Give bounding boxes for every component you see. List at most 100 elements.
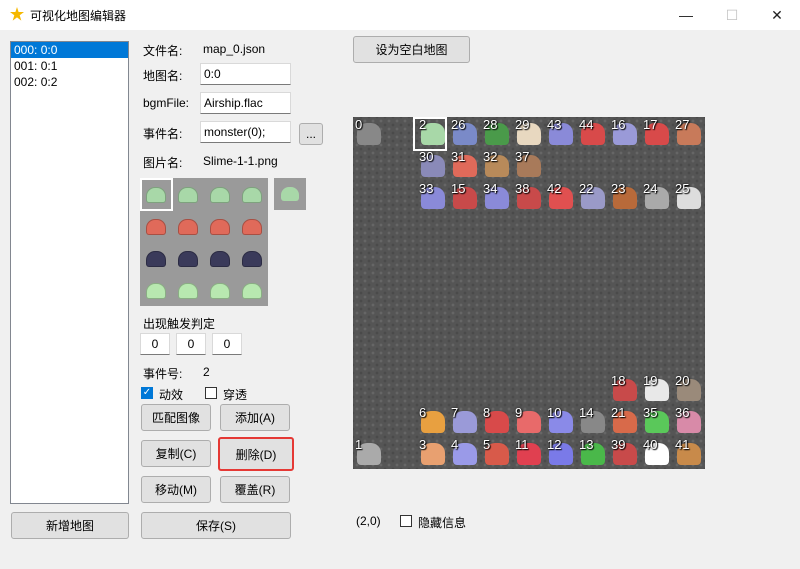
move-button[interactable]: 移动(M): [141, 476, 211, 503]
tile-number: 30: [419, 149, 434, 164]
map-tile[interactable]: 3: [417, 437, 449, 469]
slime-icon[interactable]: [146, 219, 166, 235]
match-image-button[interactable]: 匹配图像: [141, 404, 211, 431]
tile-number: 16: [611, 117, 626, 132]
map-tile[interactable]: 28: [481, 117, 513, 149]
map-tile[interactable]: 4: [449, 437, 481, 469]
map-tile[interactable]: 9: [513, 405, 545, 437]
map-tile[interactable]: 8: [481, 405, 513, 437]
browse-event-button[interactable]: ...: [299, 123, 323, 145]
close-button[interactable]: ✕: [754, 0, 800, 30]
add-button[interactable]: 添加(A): [220, 404, 290, 431]
slime-icon[interactable]: [178, 187, 198, 203]
map-tile[interactable]: 41: [673, 437, 705, 469]
set-blank-map-button[interactable]: 设为空白地图: [353, 36, 470, 63]
map-list-item[interactable]: 002: 0:2: [11, 74, 128, 90]
slime-icon[interactable]: [210, 219, 230, 235]
slime-icon[interactable]: [210, 187, 230, 203]
map-tile[interactable]: 40: [641, 437, 673, 469]
file-name-label: 文件名:: [143, 44, 183, 58]
slime-icon: [281, 187, 299, 201]
map-tile[interactable]: 36: [673, 405, 705, 437]
map-tile[interactable]: 27: [673, 117, 705, 149]
map-tile[interactable]: 0: [353, 117, 385, 149]
map-tile[interactable]: 32: [481, 149, 513, 181]
map-list-item[interactable]: 001: 0:1: [11, 58, 128, 74]
slime-icon[interactable]: [210, 251, 230, 267]
map-tile[interactable]: 22: [577, 181, 609, 213]
map-tile[interactable]: 7: [449, 405, 481, 437]
map-tile[interactable]: 17: [641, 117, 673, 149]
slime-icon[interactable]: [178, 219, 198, 235]
title-bar: 可视化地图编辑器 — ☐ ✕: [0, 0, 800, 30]
map-tile[interactable]: 38: [513, 181, 545, 213]
slime-icon[interactable]: [178, 251, 198, 267]
palette-selection: [140, 178, 173, 211]
tile-number: 11: [515, 437, 529, 452]
slime-icon[interactable]: [242, 251, 262, 267]
map-tile[interactable]: 23: [609, 181, 641, 213]
map-tile[interactable]: 43: [545, 117, 577, 149]
maximize-button[interactable]: ☐: [709, 0, 755, 30]
map-tile[interactable]: 29: [513, 117, 545, 149]
delete-button[interactable]: 删除(D): [218, 437, 294, 471]
tile-number: 13: [579, 437, 594, 452]
app-icon: [10, 7, 24, 21]
animation-checkbox[interactable]: ✓: [141, 387, 153, 399]
event-name-input[interactable]: monster(0);: [200, 121, 291, 143]
tile-number: 40: [643, 437, 658, 452]
map-tile[interactable]: 31: [449, 149, 481, 181]
map-tile[interactable]: 24: [641, 181, 673, 213]
slime-icon[interactable]: [242, 219, 262, 235]
map-tile[interactable]: 42: [545, 181, 577, 213]
minimize-button[interactable]: —: [663, 0, 709, 30]
slime-icon[interactable]: [210, 283, 230, 299]
tile-number: 3: [419, 437, 427, 452]
map-canvas[interactable]: 0 2 26 28 29 43 44 16 17 27 30 31 32 37 33 15 34 38 42 22 23…: [353, 117, 705, 469]
map-tile[interactable]: 11: [513, 437, 545, 469]
map-tile[interactable]: 10: [545, 405, 577, 437]
map-tile[interactable]: 1: [353, 437, 385, 469]
map-tile[interactable]: 33: [417, 181, 449, 213]
bgm-file-input[interactable]: Airship.flac: [200, 92, 291, 114]
map-tile[interactable]: 13: [577, 437, 609, 469]
map-list-item[interactable]: 000: 0:0: [11, 42, 128, 58]
cover-button[interactable]: 覆盖(R): [220, 476, 290, 503]
hide-info-checkbox[interactable]: [400, 515, 412, 527]
map-name-input[interactable]: 0:0: [200, 63, 291, 85]
slime-icon[interactable]: [242, 187, 262, 203]
map-tile[interactable]: 34: [481, 181, 513, 213]
tile-number: 28: [483, 117, 498, 132]
copy-button[interactable]: 复制(C): [141, 440, 211, 467]
map-tile[interactable]: 21: [609, 405, 641, 437]
map-tile[interactable]: 25: [673, 181, 705, 213]
map-tile[interactable]: 37: [513, 149, 545, 181]
map-tile[interactable]: 26: [449, 117, 481, 149]
map-tile[interactable]: 44: [577, 117, 609, 149]
tile-number: 22: [579, 181, 594, 196]
trigger-z-input[interactable]: 0: [212, 333, 242, 355]
map-tile[interactable]: 5: [481, 437, 513, 469]
save-button[interactable]: 保存(S): [141, 512, 291, 539]
map-tile[interactable]: 12: [545, 437, 577, 469]
window-title: 可视化地图编辑器: [30, 9, 127, 23]
pass-through-checkbox[interactable]: [205, 387, 217, 399]
map-tile[interactable]: 18: [609, 373, 641, 405]
map-tile[interactable]: 20: [673, 373, 705, 405]
new-map-button[interactable]: 新增地图: [11, 512, 129, 539]
map-tile[interactable]: 39: [609, 437, 641, 469]
slime-icon[interactable]: [178, 283, 198, 299]
map-tile[interactable]: 16: [609, 117, 641, 149]
map-tile[interactable]: 6: [417, 405, 449, 437]
slime-icon[interactable]: [242, 283, 262, 299]
slime-icon[interactable]: [146, 251, 166, 267]
slime-icon[interactable]: [146, 283, 166, 299]
map-tile[interactable]: 30: [417, 149, 449, 181]
trigger-y-input[interactable]: 0: [176, 333, 206, 355]
map-list[interactable]: 000: 0:0 001: 0:1 002: 0:2: [10, 41, 129, 504]
map-tile[interactable]: 15: [449, 181, 481, 213]
trigger-x-input[interactable]: 0: [140, 333, 170, 355]
map-tile[interactable]: 14: [577, 405, 609, 437]
map-tile[interactable]: 19: [641, 373, 673, 405]
map-tile[interactable]: 35: [641, 405, 673, 437]
